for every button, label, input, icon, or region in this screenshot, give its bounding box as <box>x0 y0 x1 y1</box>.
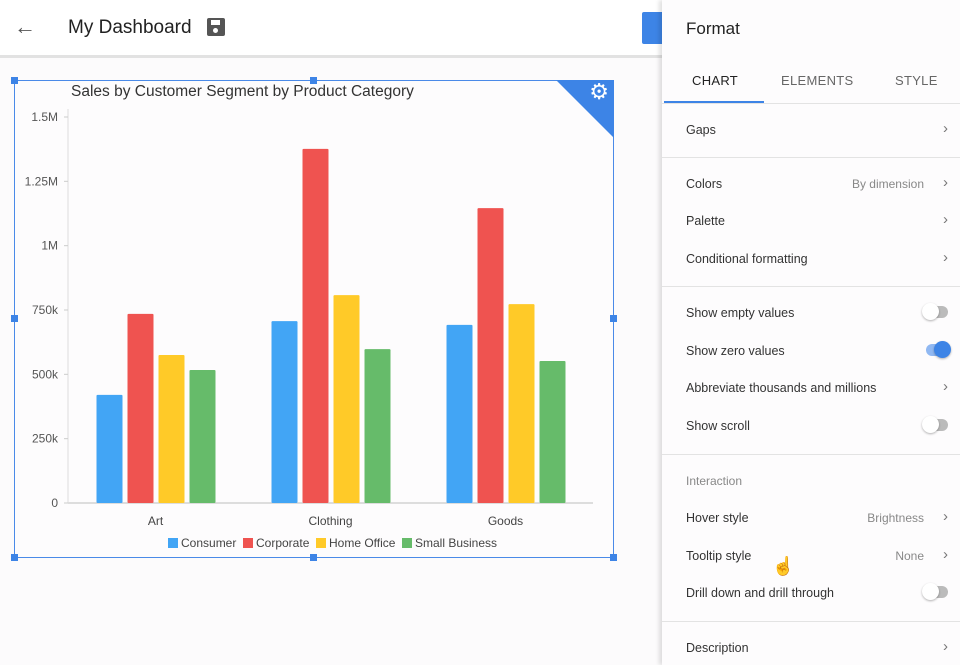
panel-title: Format <box>686 19 740 38</box>
top-bar: ← My Dashboard <box>0 0 662 58</box>
row-label: Palette <box>686 214 725 228</box>
row-show-empty-values: Show empty values <box>686 303 948 320</box>
divider <box>662 157 960 158</box>
legend-label: Home Office <box>329 536 396 550</box>
bar-corporate <box>302 148 329 503</box>
row-tooltip-style[interactable]: Tooltip style None › <box>686 546 948 563</box>
tab-elements[interactable]: ELEMENTS <box>781 73 853 88</box>
legend-label: Corporate <box>256 536 310 550</box>
hand-cursor-icon: ☝ <box>772 556 795 576</box>
legend-swatch <box>316 538 326 548</box>
row-palette[interactable]: Palette › <box>686 211 948 228</box>
row-label: Show scroll <box>686 419 750 433</box>
y-tick-label: 1M <box>41 239 58 253</box>
action-button[interactable] <box>642 12 662 44</box>
tab-chart[interactable]: CHART <box>692 73 738 88</box>
row-label: Drill down and drill through <box>686 586 834 600</box>
row-conditional-formatting[interactable]: Conditional formatting › <box>686 249 948 266</box>
row-label: Hover style <box>686 511 749 525</box>
bar-small-business <box>189 369 216 503</box>
chevron-right-icon: › <box>943 508 948 525</box>
row-value: None <box>895 549 924 563</box>
y-tick-label: 250k <box>32 432 59 446</box>
y-tick-label: 750k <box>32 303 59 317</box>
bar-corporate <box>127 313 154 503</box>
row-label: Colors <box>686 177 723 191</box>
bar-corporate <box>477 208 504 503</box>
show-scroll-toggle[interactable] <box>922 416 948 433</box>
chart-widget[interactable]: ⚙ Sales by Customer Segment by Product C… <box>11 77 617 561</box>
show-empty-toggle[interactable] <box>922 303 948 320</box>
chevron-right-icon: › <box>943 211 948 228</box>
x-tick-label: Art <box>148 514 164 528</box>
section-interaction: Interaction <box>686 474 743 488</box>
bar-home-office <box>158 355 185 503</box>
bar-chart: 0 250k 500k 750k 1M 1.25M 1.5M Art Clothing Goods… <box>25 109 593 550</box>
y-tick-label: 0 <box>51 496 58 510</box>
save-icon[interactable] <box>207 18 225 36</box>
row-show-scroll: Show scroll <box>686 416 948 433</box>
chevron-right-icon: › <box>943 638 948 655</box>
row-label: Tooltip style <box>686 549 752 563</box>
dashboard-title: My Dashboard <box>68 17 192 38</box>
y-tick-label: 1.5M <box>31 110 58 124</box>
bar-consumer <box>446 324 473 503</box>
chevron-right-icon: › <box>943 378 948 395</box>
chevron-right-icon: › <box>943 249 948 266</box>
row-drill-down: Drill down and drill through <box>686 583 948 600</box>
row-description[interactable]: Description › <box>686 638 948 655</box>
row-label: Conditional formatting <box>686 252 808 266</box>
legend-label: Small Business <box>415 536 497 550</box>
chevron-right-icon: › <box>943 546 948 563</box>
y-tick-label: 500k <box>32 367 59 381</box>
divider <box>662 103 960 104</box>
row-hover-style[interactable]: Hover style Brightness › <box>686 508 948 525</box>
bar-home-office <box>333 295 360 503</box>
row-value: Brightness <box>867 511 924 525</box>
legend-label: Consumer <box>181 536 236 550</box>
y-tick-label: 1.25M <box>25 174 58 188</box>
row-value: By dimension <box>851 177 924 191</box>
chevron-right-icon: › <box>943 174 948 191</box>
show-zero-toggle[interactable] <box>922 341 951 358</box>
divider <box>662 621 960 622</box>
bar-consumer <box>96 394 123 503</box>
tab-style[interactable]: STYLE <box>895 73 938 88</box>
row-gaps[interactable]: Gaps › <box>686 120 948 137</box>
legend-swatch <box>168 538 178 548</box>
row-abbreviate[interactable]: Abbreviate thousands and millions › <box>686 378 948 395</box>
bar-small-business <box>364 349 391 503</box>
row-label: Abbreviate thousands and millions <box>686 381 877 395</box>
row-label: Gaps <box>686 123 716 137</box>
bar-consumer <box>271 321 298 503</box>
x-tick-label: Clothing <box>308 514 352 528</box>
bar-small-business <box>539 360 566 503</box>
legend-swatch <box>243 538 253 548</box>
x-tick-label: Goods <box>488 514 523 528</box>
back-arrow-icon[interactable]: ← <box>14 14 36 40</box>
format-panel: Format CHART ELEMENTS STYLE Gaps › Colors… <box>662 0 960 665</box>
legend-swatch <box>402 538 412 548</box>
row-label: Show empty values <box>686 306 795 320</box>
drill-toggle[interactable] <box>922 583 948 600</box>
row-label: Show zero values <box>686 344 785 358</box>
divider <box>662 454 960 455</box>
row-show-zero-values: Show zero values <box>686 341 951 358</box>
row-colors[interactable]: Colors By dimension › <box>686 174 948 191</box>
bar-home-office <box>508 304 535 503</box>
row-label: Description <box>686 641 749 655</box>
chevron-right-icon: › <box>943 120 948 137</box>
divider <box>662 286 960 287</box>
